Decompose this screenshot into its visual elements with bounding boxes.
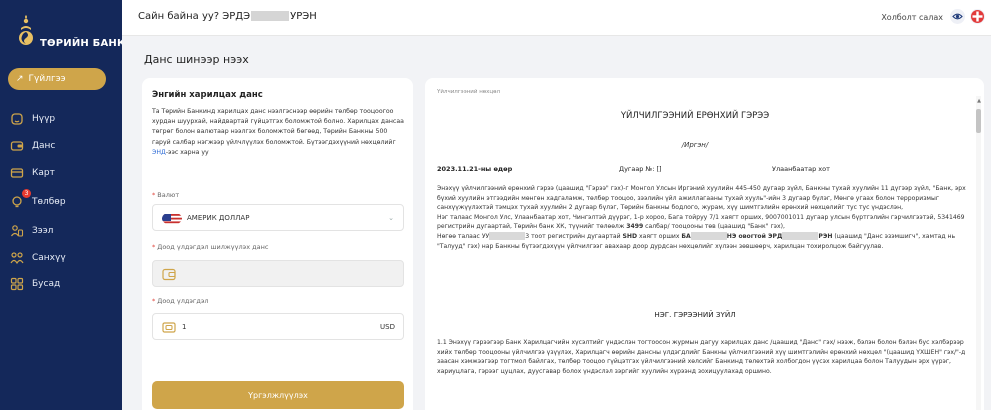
terms-link[interactable]: ЭНД: [152, 149, 166, 156]
min-balance-input[interactable]: 1 USD: [152, 313, 404, 340]
description-end: -ээс харна уу: [165, 148, 209, 156]
sidebar-item-cards[interactable]: Карт: [10, 164, 110, 182]
intro-text: Энэхүү үйлчилгээний ерөнхий гэрээ (цааши…: [437, 185, 966, 212]
sidebar-item-label: Зээл: [32, 226, 54, 236]
redacted-block: [489, 231, 526, 240]
description-text: Та Төрийн Банкинд харилцах данс нээлгэсн…: [152, 108, 404, 146]
terms-label: Үйлчилгээний нөхцөл: [437, 89, 501, 95]
sidebar-item-label: Данс: [32, 141, 56, 151]
section-heading: НЭГ. ГЭРЭЭНИЙ ЗҮЙЛ: [654, 310, 736, 319]
payments-badge: 3: [22, 189, 31, 198]
sidebar-item-label: Төлбөр: [32, 197, 66, 207]
grid-icon: [10, 277, 24, 291]
greeting-suffix: УРЭН: [290, 11, 317, 22]
scrollbar-thumb[interactable]: [976, 109, 981, 133]
wallet-icon: [162, 268, 176, 281]
greeting: Сайн байна уу? ЭРДЭ УРЭН: [138, 11, 317, 22]
cash-icon: [162, 322, 176, 333]
bank-logo[interactable]: ТӨРИЙН БАНК: [12, 14, 125, 50]
sidebar-item-label: Нүүр: [32, 114, 56, 124]
product-description: Та Төрийн Банкинд харилцах данс нээлгэсн…: [152, 107, 406, 158]
required-mark: *: [152, 243, 156, 251]
redacted-block: [782, 231, 819, 240]
agreement-title: ҮЙЛЧИЛГЭЭНИЙ ЕРӨНХИЙ ГЭРЭЭ: [620, 111, 770, 121]
loan-icon: [10, 224, 24, 238]
min-balance-label-text: Доод үлдэгдэл: [157, 297, 209, 305]
account-form-card: Энгийн харилцах данс Та Төрийн Банкинд х…: [142, 78, 413, 410]
sidebar-item-accounts[interactable]: Данс: [10, 137, 110, 155]
party-two-addr: хаягт орших: [637, 232, 682, 240]
sidebar-item-other[interactable]: Бусад: [10, 275, 110, 293]
currency-select[interactable]: АМЕРИК ДОЛЛАР ⌄: [152, 204, 404, 231]
sidebar-item-label: Бусад: [32, 279, 61, 289]
party-two-start: Нөгөө талаас УУ: [437, 232, 490, 240]
sidebar-item-finance[interactable]: Санхүү: [10, 249, 110, 267]
arrow-up-right-icon: ↗: [16, 74, 24, 84]
party-two-shd: SHD: [622, 232, 638, 240]
sidebar-item-label: Карт: [32, 168, 55, 178]
terms-card: Үйлчилгээний нөхцөл ҮЙЛЧИЛГЭЭНИЙ ЕРӨНХИЙ…: [425, 78, 984, 410]
greeting-prefix: Сайн байна уу? ЭРДЭ: [138, 11, 251, 22]
party-one-end: салбар/ тооцооны төв (цаашид "Банк" гэх)…: [643, 223, 785, 231]
nav-transactions-label: Гүйлгээ: [28, 74, 66, 84]
currency-label: * Валют: [152, 191, 179, 199]
party-two-surname-start: БА: [681, 232, 691, 240]
account-card-icon: [10, 139, 24, 153]
agreement-number: Дугаар №: []: [619, 165, 662, 173]
clause-paragraph: 1.1 Энэхүү гэрээгээр Банк Харилцагчийн х…: [437, 339, 966, 375]
agreement-subtitle: /Иргэн/: [681, 141, 709, 149]
sidebar: ТӨРИЙН БАНК ↗ Гүйлгээ Нүүр Данс Карт 3 Т…: [0, 0, 125, 410]
main-content: Данс шинээр нээх Энгийн харилцах данс Та…: [122, 36, 991, 410]
party-two-name-start: ЭРД: [768, 232, 783, 240]
logout-link[interactable]: Холболт салах: [881, 13, 943, 22]
product-heading: Энгийн харилцах данс: [152, 90, 263, 100]
currency-value: АМЕРИК ДОЛЛАР: [187, 214, 250, 222]
home-icon: [10, 112, 24, 126]
sidebar-item-home[interactable]: Нүүр: [10, 110, 110, 128]
source-account-label: * Доод үлдэгдэл шилжүүлэх данс: [152, 243, 268, 251]
scroll-up-icon[interactable]: ▲: [977, 98, 981, 104]
agreement-date: 2023.11.21-ны өдөр: [437, 165, 513, 173]
scrollbar-track[interactable]: [976, 96, 981, 410]
bulb-icon: 3: [10, 189, 31, 209]
page-title: Данс шинээр нээх: [144, 53, 249, 66]
party-two-surname-end: НЭ овогтой: [726, 232, 768, 240]
us-flag-icon: [162, 212, 182, 225]
redacted-block: [690, 231, 727, 240]
top-header: Сайн байна уу? ЭРДЭ УРЭН Холболт салах: [122, 0, 991, 36]
min-balance-label: * Доод үлдэгдэл: [152, 297, 209, 305]
chevron-down-icon: ⌄: [388, 214, 394, 222]
currency-label-text: Валют: [157, 191, 180, 199]
language-flag-icon[interactable]: [970, 9, 985, 24]
card-icon: [10, 166, 24, 180]
source-account-select[interactable]: [152, 260, 404, 287]
sidebar-item-payments[interactable]: 3 Төлбөр: [10, 189, 110, 211]
currency-unit: USD: [380, 323, 395, 331]
agreement-city: Улаанбаатар хот: [772, 165, 830, 173]
branch-number: 3499: [626, 223, 644, 231]
sidebar-item-label: Санхүү: [32, 253, 66, 263]
continue-button[interactable]: Үргэлжлүүлэх: [152, 381, 404, 409]
min-balance-value: 1: [182, 323, 187, 331]
sidebar-item-loans[interactable]: Зээл: [10, 222, 110, 240]
brand-name: ТӨРИЙН БАНК: [40, 38, 126, 49]
intro-paragraph: Энэхүү үйлчилгээний ерөнхий гэрээ (цааши…: [437, 184, 967, 251]
finance-icon: [10, 251, 24, 265]
bank-emblem-icon: [19, 15, 33, 45]
visibility-icon[interactable]: [950, 9, 965, 24]
nav-transactions[interactable]: ↗ Гүйлгээ: [8, 68, 106, 90]
party-two-name-end: РЭН: [818, 232, 833, 240]
source-account-label-text: Доод үлдэгдэл шилжүүлэх данс: [157, 243, 269, 251]
redacted-block: [251, 11, 290, 21]
terms-document[interactable]: ҮЙЛЧИЛГЭЭНИЙ ЕРӨНХИЙ ГЭРЭЭ /Иргэн/ 2023.…: [425, 98, 975, 410]
required-mark: *: [152, 297, 156, 305]
required-mark: *: [152, 191, 156, 199]
party-two-reg: 3 тоот регистрийн дугаартай: [525, 232, 623, 240]
